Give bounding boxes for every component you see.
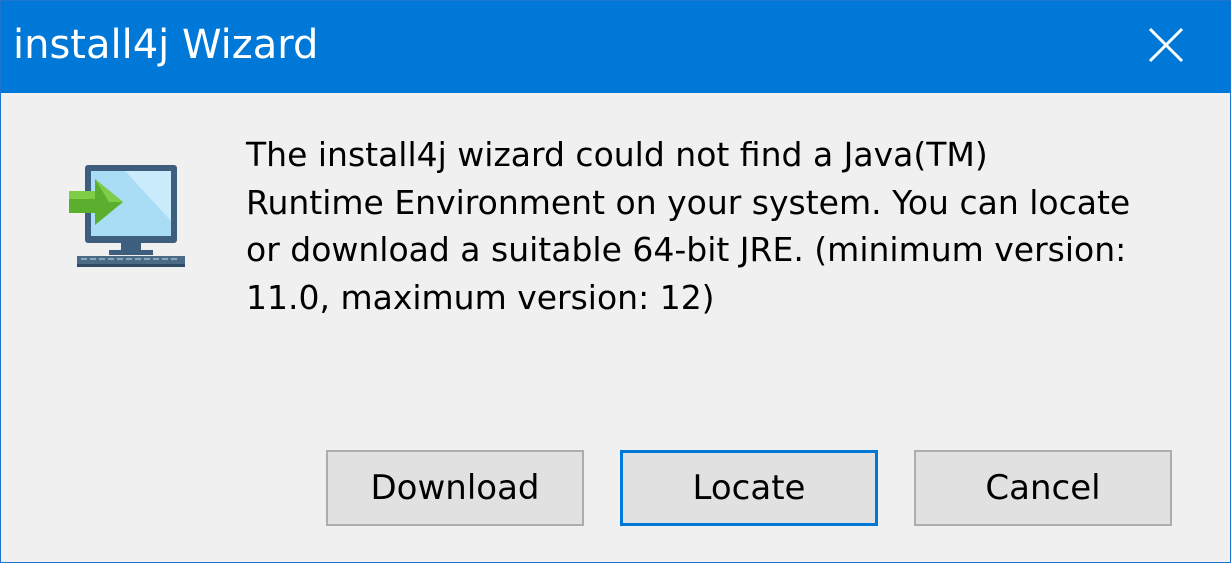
- message-text: The install4j wizard could not find a Ja…: [246, 131, 1206, 321]
- computer-install-arrow-icon: [65, 161, 189, 273]
- locate-button[interactable]: Locate: [620, 450, 878, 526]
- dialog-window: install4j Wizard The install4j wizard co…: [0, 0, 1231, 563]
- message-line: 11.0, maximum version: 12): [246, 277, 715, 317]
- window-title: install4j Wizard: [13, 22, 319, 68]
- message-line: Runtime Environment on your system. You …: [246, 182, 1131, 222]
- close-icon: [1148, 27, 1184, 63]
- message-line: or download a suitable 64-bit JRE. (mini…: [246, 230, 1127, 269]
- message-line: The install4j wizard could not find a Ja…: [246, 135, 988, 174]
- close-button[interactable]: [1102, 1, 1230, 93]
- title-bar[interactable]: install4j Wizard: [1, 1, 1230, 93]
- cancel-button[interactable]: Cancel: [914, 450, 1172, 526]
- download-button[interactable]: Download: [326, 450, 584, 526]
